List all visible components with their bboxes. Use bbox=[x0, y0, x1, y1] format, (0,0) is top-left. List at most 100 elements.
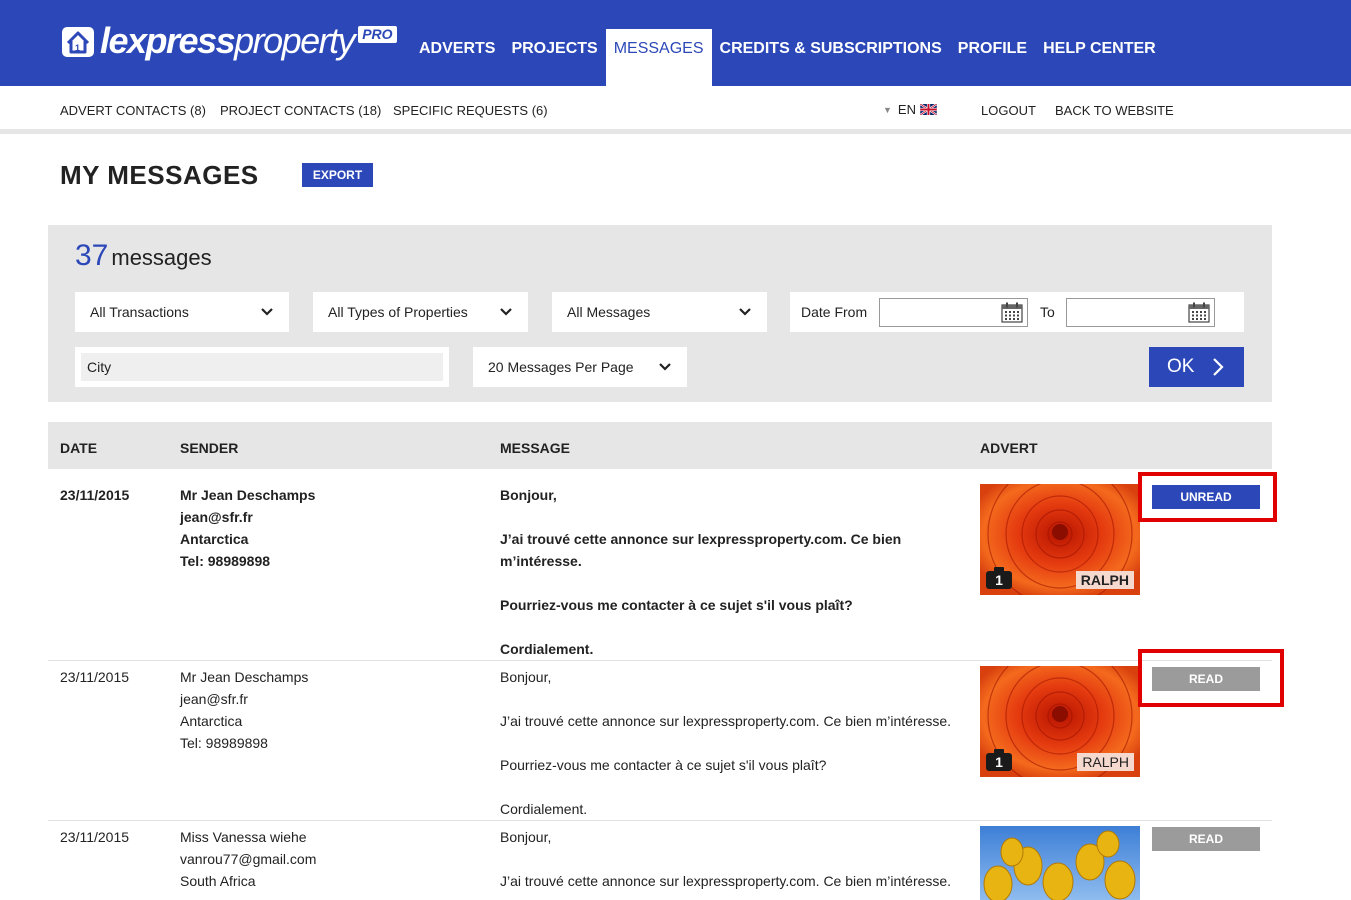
table-row[interactable]: 23/11/2015 Mr Jean Deschamps jean@sfr.fr… bbox=[48, 469, 1272, 661]
date-range: Date From To bbox=[790, 292, 1244, 332]
highlight-box bbox=[1138, 472, 1277, 522]
city-field bbox=[75, 347, 449, 387]
subnav-specific-requests[interactable]: SPECIFIC REQUESTS (6) bbox=[393, 103, 548, 118]
transactions-dropdown[interactable]: All Transactions bbox=[75, 292, 289, 332]
pro-badge: PRO bbox=[358, 26, 397, 43]
sender-name: Miss Vanessa wiehe bbox=[180, 829, 307, 845]
message-count-number: 37 bbox=[75, 239, 109, 272]
calendar-icon[interactable] bbox=[1188, 302, 1210, 323]
nav-projects[interactable]: PROJECTS bbox=[503, 29, 605, 86]
message-line: Cordialement. bbox=[500, 641, 594, 657]
message-line: Bonjour, bbox=[500, 829, 552, 845]
property-types-dropdown[interactable]: All Types of Properties bbox=[313, 292, 528, 332]
agent-label: RALPH bbox=[1077, 753, 1134, 771]
sender-phone: Tel: 98989898 bbox=[180, 553, 271, 569]
nav-messages[interactable]: MESSAGES bbox=[605, 29, 712, 86]
chevron-down-icon bbox=[500, 308, 512, 316]
message-line: m’intéresse. bbox=[500, 553, 582, 569]
message-count: 37 messages bbox=[75, 239, 212, 273]
highlight-box bbox=[1138, 649, 1284, 707]
date-to-input[interactable] bbox=[1066, 298, 1215, 327]
chevron-down-icon bbox=[739, 308, 751, 316]
column-header-date: DATE bbox=[60, 440, 98, 456]
message-body[interactable]: Bonjour, J’ai trouvé cette annonce sur l… bbox=[500, 484, 901, 660]
advert-photo bbox=[980, 826, 1140, 900]
message-line: Bonjour, bbox=[500, 487, 557, 503]
sender-country: South Africa bbox=[180, 873, 256, 889]
main-nav: ADVERTS PROJECTS MESSAGES CREDITS & SUBS… bbox=[411, 29, 1164, 86]
message-line: Bonjour, bbox=[500, 669, 552, 685]
chevron-down-icon bbox=[659, 363, 671, 371]
date-from-label: Date From bbox=[801, 304, 868, 320]
message-body[interactable]: Bonjour, J’ai trouvé cette annonce sur l… bbox=[500, 666, 951, 820]
table-row[interactable]: 23/11/2015 Miss Vanessa wiehe vanrou77@g… bbox=[48, 821, 1272, 900]
table-row[interactable]: 23/11/2015 Mr Jean Deschamps jean@sfr.fr… bbox=[48, 661, 1272, 821]
logout-link[interactable]: LOGOUT bbox=[981, 103, 1036, 118]
status-read-button[interactable]: READ bbox=[1152, 827, 1260, 851]
advert-thumbnail[interactable]: 1 RALPH bbox=[980, 484, 1140, 595]
advert-thumbnail[interactable] bbox=[980, 826, 1140, 900]
messages-filter-value: All Messages bbox=[567, 304, 651, 320]
message-date: 23/11/2015 bbox=[60, 487, 130, 503]
sender-name: Mr Jean Deschamps bbox=[180, 669, 309, 685]
dropdown-triangle-icon: ▼ bbox=[883, 104, 892, 115]
advert-thumbnail[interactable]: 1 RALPH bbox=[980, 666, 1140, 777]
sender-email[interactable]: jean@sfr.fr bbox=[180, 506, 315, 528]
date-from-input[interactable] bbox=[879, 298, 1028, 327]
nav-help-center[interactable]: HELP CENTER bbox=[1035, 29, 1164, 86]
brand-logo[interactable]: 1 lexpressproperty PRO bbox=[60, 18, 397, 68]
ok-label: OK bbox=[1167, 356, 1195, 377]
sender-country: Antarctica bbox=[180, 713, 243, 729]
message-line: J’ai trouvé cette annonce sur lexpresspr… bbox=[500, 531, 902, 547]
agent-label: RALPH bbox=[1075, 571, 1134, 589]
svg-text:1: 1 bbox=[75, 43, 80, 53]
column-header-message: MESSAGE bbox=[500, 440, 571, 456]
uk-flag-icon bbox=[919, 104, 937, 115]
messages-dropdown[interactable]: All Messages bbox=[552, 292, 767, 332]
sender-email[interactable]: jean@sfr.fr bbox=[180, 688, 308, 710]
sender-country: Antarctica bbox=[180, 531, 249, 547]
message-line: J’ai trouvé cette annonce sur lexpresspr… bbox=[500, 713, 952, 729]
back-to-website-link[interactable]: BACK TO WEBSITE bbox=[1055, 103, 1174, 118]
nav-adverts[interactable]: ADVERTS bbox=[411, 29, 503, 86]
chevron-right-icon bbox=[1213, 358, 1224, 376]
sender-info: Miss Vanessa wiehe vanrou77@gmail.com So… bbox=[180, 826, 316, 892]
sub-navigation-bar: ADVERT CONTACTS (8) PROJECT CONTACTS (18… bbox=[0, 86, 1351, 134]
message-line: Pourriez-vous me contacter à ce sujet s'… bbox=[500, 757, 827, 773]
filter-panel: 37 messages All Transactions All Types of… bbox=[48, 225, 1272, 402]
brand-name-bold: lexpress bbox=[100, 20, 236, 61]
sender-info: Mr Jean Deschamps jean@sfr.fr Antarctica… bbox=[180, 666, 308, 754]
message-line: J’ai trouvé cette annonce sur lexpresspr… bbox=[500, 873, 952, 889]
subnav-advert-contacts[interactable]: ADVERT CONTACTS (8) bbox=[60, 103, 206, 118]
calendar-icon[interactable] bbox=[1001, 302, 1023, 323]
column-header-advert: ADVERT bbox=[980, 440, 1038, 456]
message-body[interactable]: Bonjour, J’ai trouvé cette annonce sur l… bbox=[500, 826, 951, 892]
sender-phone: Tel: 98989898 bbox=[180, 735, 268, 751]
message-line: Cordialement. bbox=[500, 801, 588, 817]
date-to-label: To bbox=[1040, 304, 1055, 320]
ok-button[interactable]: OK bbox=[1149, 347, 1244, 387]
language-code: EN bbox=[897, 102, 916, 117]
city-input[interactable] bbox=[81, 353, 443, 381]
top-navigation-bar: 1 lexpressproperty PRO ADVERTS PROJECTS … bbox=[0, 0, 1351, 86]
language-selector[interactable]: ▼ EN bbox=[883, 102, 937, 117]
message-date: 23/11/2015 bbox=[60, 669, 130, 685]
property-types-value: All Types of Properties bbox=[328, 304, 468, 320]
per-page-value: 20 Messages Per Page bbox=[488, 359, 634, 375]
column-header-sender: SENDER bbox=[180, 440, 239, 456]
page-title: MY MESSAGES bbox=[60, 160, 259, 190]
message-count-label: messages bbox=[111, 245, 212, 270]
export-button[interactable]: EXPORT bbox=[302, 163, 373, 187]
chevron-down-icon bbox=[261, 308, 273, 316]
per-page-dropdown[interactable]: 20 Messages Per Page bbox=[473, 347, 687, 387]
sender-email[interactable]: vanrou77@gmail.com bbox=[180, 848, 316, 870]
sender-name: Mr Jean Deschamps bbox=[180, 487, 316, 503]
nav-credits-subscriptions[interactable]: CREDITS & SUBSCRIPTIONS bbox=[712, 29, 950, 86]
sender-info: Mr Jean Deschamps jean@sfr.fr Antarctica… bbox=[180, 484, 315, 572]
transactions-value: All Transactions bbox=[90, 304, 189, 320]
nav-profile[interactable]: PROFILE bbox=[950, 29, 1035, 86]
photo-count: 1 bbox=[995, 572, 1003, 588]
subnav-project-contacts[interactable]: PROJECT CONTACTS (18) bbox=[220, 103, 381, 118]
message-date: 23/11/2015 bbox=[60, 829, 130, 845]
message-line: Pourriez-vous me contacter à ce sujet s'… bbox=[500, 597, 853, 613]
